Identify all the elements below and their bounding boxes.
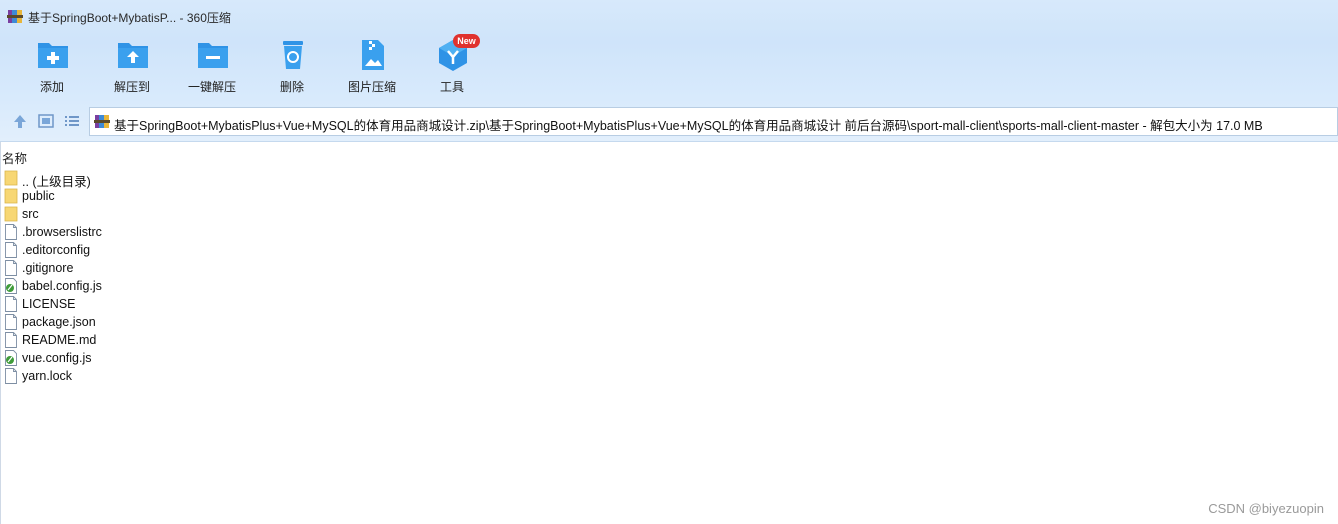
file-icon [5,242,17,258]
file-name: package.json [22,315,96,329]
address-row: 基于SpringBoot+MybatisPlus+Vue+MySQL的体育用品商… [0,106,1338,136]
file-icon [5,296,17,312]
window-title: 基于SpringBoot+MybatisP... - 360压缩 [28,11,231,25]
image-compress-button[interactable]: 图片压缩 [332,36,412,98]
delete-bin-icon [283,41,303,69]
file-icon [5,224,17,240]
address-bar[interactable]: 基于SpringBoot+MybatisPlus+Vue+MySQL的体育用品商… [89,107,1338,136]
file-icon [5,260,17,276]
file-list-item[interactable]: vue.config.js [4,349,304,367]
file-name: public [22,189,55,203]
file-list-item[interactable]: yarn.lock [4,367,304,385]
one-click-extract-button[interactable]: 一键解压 [172,36,252,98]
file-list-item[interactable]: README.md [4,331,304,349]
column-header-name[interactable]: 名称 [2,148,27,167]
title-bar: 基于SpringBoot+MybatisP... - 360压缩 [0,0,1338,32]
add-label: 添加 [39,80,64,94]
tools-button[interactable]: 工具 [412,36,492,98]
file-list: 名称 .. (上级目录) public src .browserslistrc .edi… [0,142,1338,524]
folder-icon [4,188,18,204]
file-list-item[interactable]: src [4,205,304,223]
file-list-item[interactable]: LICENSE [4,295,304,313]
file-list-item[interactable]: babel.config.js [4,277,304,295]
add-folder-icon [38,43,68,68]
file-name: vue.config.js [22,351,92,365]
delete-label: 删除 [279,80,304,94]
file-name: LICENSE [22,297,76,311]
file-name: README.md [22,333,97,347]
new-badge: New [453,34,480,48]
tools-label: 工具 [439,80,464,94]
extract-to-icon [118,43,148,68]
add-button[interactable]: 添加 [12,36,92,98]
file-name: yarn.lock [22,369,73,383]
extract-to-label: 解压到 [113,80,150,94]
js-file-icon [5,278,17,294]
extract-to-button[interactable]: 解压到 [92,36,172,98]
toolbar: 添加 解压到 一键解压 删除 图片压缩 工具 New [0,34,1338,100]
one-click-extract-label: 一键解压 [187,80,236,94]
file-name: babel.config.js [22,279,102,293]
file-icon [5,314,17,330]
watermark: CSDN @biyezuopin [1208,501,1324,516]
address-path: 基于SpringBoot+MybatisPlus+Vue+MySQL的体育用品商… [114,119,1263,133]
image-compress-label: 图片压缩 [347,80,396,94]
file-list-item[interactable]: .editorconfig [4,241,304,259]
one-click-extract-icon [198,43,228,68]
file-list-item[interactable]: .gitignore [4,259,304,277]
image-compress-icon [362,40,384,70]
folder-icon [4,206,18,222]
file-name: .editorconfig [22,243,91,257]
file-list-item[interactable]: .. (上级目录) [4,169,304,189]
file-icon [5,332,17,348]
file-name: .browserslistrc [22,225,102,239]
winrar-archive-icon [7,10,23,23]
winrar-archive-icon [94,115,110,128]
file-icon [5,368,17,384]
delete-button[interactable]: 删除 [252,36,332,98]
js-file-icon [5,350,17,366]
file-list-item[interactable]: .browserslistrc [4,223,304,241]
up-arrow-icon[interactable] [11,113,29,129]
window-top-area: 基于SpringBoot+MybatisP... - 360压缩 添加 解压到 [0,0,1338,142]
thumbnail-view-icon[interactable] [37,113,55,129]
folder-icon [4,170,18,186]
file-list-item[interactable]: public [4,187,304,205]
list-view-icon[interactable] [63,113,81,129]
file-name: .gitignore [22,261,74,275]
file-list-item[interactable]: package.json [4,313,304,331]
file-name: src [22,207,39,221]
